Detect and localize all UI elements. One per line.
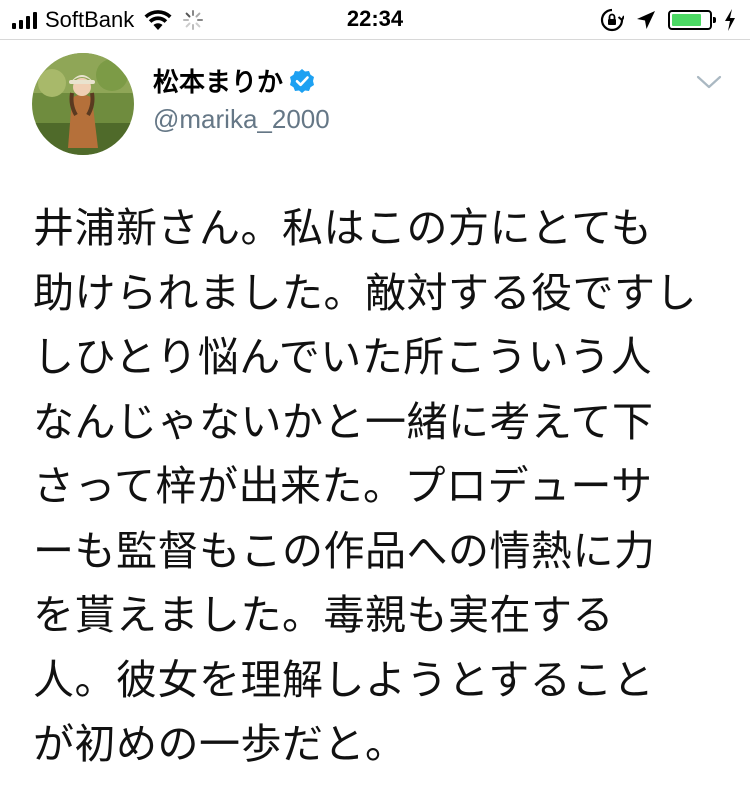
battery-icon (668, 10, 716, 30)
status-bar: SoftBank 22:34 (0, 0, 750, 40)
avatar[interactable] (32, 53, 134, 155)
tweet-text-line: ーも監督もこの作品への情熱に力 (33, 526, 656, 575)
status-right (600, 7, 736, 33)
tweet-text-line: 助けられました。敵対する役ですし (33, 268, 697, 317)
tweet-text: 井浦新さん。私はこの方にとても 助けられました。敵対する役ですし しひとり悩んで… (33, 196, 733, 777)
tweet-text-line: さって梓が出来た。プロデューサ (33, 462, 653, 510)
tweet-text-line: しひとり悩んでいた所こういう人 (33, 333, 653, 381)
tweet-text-line: を貰えました。毒親も実在する (33, 591, 614, 639)
verified-badge-icon (290, 68, 315, 93)
tweet-text-line: 井浦新さん。私はこの方にとても (33, 204, 653, 252)
tweet-header: 松本まりか @marika_2000 (0, 40, 750, 160)
tweet-text-line: なんじゃないかと一緒に考えて下 (33, 397, 654, 446)
battery-fill (672, 14, 701, 26)
display-name-text: 松本まりか (153, 68, 284, 98)
display-name[interactable]: 松本まりか (153, 62, 315, 99)
tweet-text-line: 人。彼女を理解しようとすること (33, 655, 655, 704)
profile-photo-image (32, 53, 134, 155)
tweet-text-line: が初めの一歩だと。 (33, 720, 407, 768)
user-handle[interactable]: @marika_2000 (153, 104, 330, 135)
chevron-down-icon[interactable] (694, 72, 724, 92)
charging-bolt-icon (725, 9, 735, 31)
orientation-lock-icon (600, 8, 624, 32)
location-arrow-icon (637, 11, 655, 29)
